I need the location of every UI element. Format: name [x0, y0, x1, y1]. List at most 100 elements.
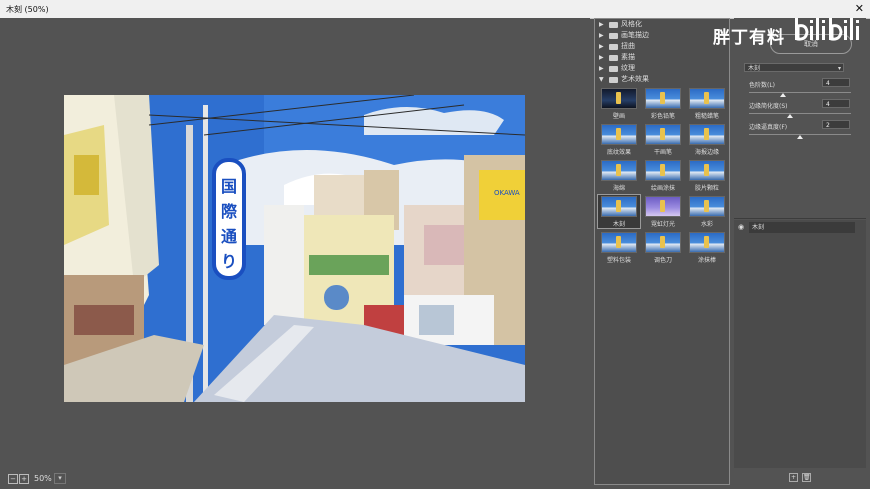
category-5[interactable]: ▼ 艺术效果	[595, 74, 729, 85]
param-slider-handle[interactable]	[797, 135, 803, 139]
filter-thumb[interactable]: 绘画涂抹	[642, 159, 684, 192]
category-3[interactable]: ▶ 素描	[595, 52, 729, 63]
filter-thumb[interactable]: 塑料包装	[598, 231, 640, 264]
category-label: 扭曲	[621, 42, 635, 50]
param-slider-track[interactable]	[749, 113, 851, 114]
filter-thumb-image	[645, 160, 681, 181]
layers-footer: + 🗑	[734, 470, 866, 485]
filter-thumb-image	[645, 88, 681, 109]
category-label: 纹理	[621, 64, 635, 72]
filter-thumb-label: 底纹效果	[606, 149, 631, 156]
panel-divider	[734, 218, 866, 219]
filter-thumb-label: 绘画涂抹	[650, 185, 675, 192]
eye-icon[interactable]: ◉	[738, 224, 746, 231]
filter-thumb-label: 干画笔	[653, 149, 672, 156]
sign-char-4: り	[221, 252, 237, 271]
param-row: 边缘逼真度(F) 2	[749, 120, 853, 144]
filter-thumb-image	[601, 196, 637, 217]
filter-thumb[interactable]: 调色刀	[642, 231, 684, 264]
zoom-in-button[interactable]: +	[19, 474, 29, 484]
category-0[interactable]: ▶ 风格化	[595, 19, 729, 30]
effect-layer-name: 木刻	[749, 222, 855, 233]
zoom-bar: − + 50% ▾	[0, 469, 590, 489]
param-value-input[interactable]: 2	[822, 120, 850, 129]
filter-thumb[interactable]: 霓虹灯光	[642, 195, 684, 228]
filter-thumb-image	[601, 232, 637, 253]
filter-preview-image[interactable]: 国 際 通 り OKAWA	[64, 95, 525, 402]
zoom-level: 50%	[34, 474, 52, 483]
folder-icon	[609, 43, 618, 50]
zoom-dropdown[interactable]: ▾	[54, 473, 66, 484]
filter-thumb[interactable]: 海报边缘	[686, 123, 728, 156]
filter-thumb[interactable]: 水彩	[686, 195, 728, 228]
category-label: 艺术效果	[621, 75, 649, 83]
chevron-right-icon: ▶	[599, 65, 604, 72]
chevron-right-icon: ▶	[599, 54, 604, 61]
filter-thumb-image	[689, 196, 725, 217]
filter-thumb-image	[689, 88, 725, 109]
effect-layer-row[interactable]: ◉ 木刻	[736, 222, 856, 234]
filter-thumb-label: 粗糙蜡笔	[694, 113, 719, 120]
chevron-down-icon: ▼	[599, 76, 604, 83]
category-label: 素描	[621, 53, 635, 61]
filter-thumb-image	[689, 160, 725, 181]
filter-thumb-label: 木刻	[612, 221, 625, 228]
window-titlebar: 木刻 (50%) ✕	[0, 0, 870, 19]
filter-select-value: 木刻	[748, 65, 761, 72]
filter-thumb[interactable]: 彩色铅笔	[642, 87, 684, 120]
filter-thumb-image	[601, 88, 637, 109]
param-label: 边缘逼真度(F)	[749, 124, 788, 131]
filter-thumb-label: 彩色铅笔	[650, 113, 675, 120]
filter-thumb-label: 调色刀	[653, 257, 672, 264]
filter-select[interactable]: 木刻 ▾	[744, 63, 844, 72]
filter-thumb[interactable]: 壁画	[598, 87, 640, 120]
filter-thumb[interactable]: 干画笔	[642, 123, 684, 156]
folder-icon	[609, 32, 618, 39]
param-slider-handle[interactable]	[779, 93, 786, 97]
filter-thumb-image	[689, 124, 725, 145]
filter-thumb[interactable]: 胶片颗粒	[686, 159, 728, 192]
watermark-text: 胖丁有料	[713, 28, 785, 48]
shop-sign-text: OKAWA	[494, 189, 520, 197]
param-slider-track[interactable]	[749, 92, 851, 93]
sign-char-2: 際	[221, 202, 238, 221]
filter-thumb-image	[601, 160, 637, 181]
filter-thumb-label: 胶片颗粒	[694, 185, 719, 192]
effect-layers-panel	[734, 220, 866, 468]
filter-thumb[interactable]: 底纹效果	[598, 123, 640, 156]
filter-thumb-label: 涂抹棒	[697, 257, 716, 264]
filter-thumb-label: 水彩	[700, 221, 713, 228]
filter-thumb-image	[645, 196, 681, 217]
filter-thumb[interactable]: 海绵	[598, 159, 640, 192]
param-value-input[interactable]: 4	[822, 99, 850, 108]
param-value-input[interactable]: 4	[822, 78, 850, 87]
new-effect-layer-button[interactable]: +	[789, 473, 798, 482]
window-title: 木刻 (50%)	[6, 5, 49, 14]
filter-thumb-label: 霓虹灯光	[650, 221, 675, 228]
chevron-down-icon: ▾	[837, 65, 841, 72]
chevron-right-icon: ▶	[599, 43, 604, 50]
sign-char-1: 国	[221, 177, 237, 196]
filter-thumb-image	[645, 124, 681, 145]
filter-thumb-image	[601, 124, 637, 145]
folder-icon	[609, 54, 618, 61]
delete-effect-layer-button[interactable]: 🗑	[802, 473, 811, 482]
filter-thumb[interactable]: 木刻	[597, 194, 641, 229]
chevron-right-icon: ▶	[599, 32, 604, 39]
category-1[interactable]: ▶ 画笔描边	[595, 30, 729, 41]
category-2[interactable]: ▶ 扭曲	[595, 41, 729, 52]
filter-thumb-image	[645, 232, 681, 253]
param-slider-handle[interactable]	[786, 114, 793, 118]
folder-icon	[609, 21, 618, 28]
filter-thumb-label: 壁画	[612, 113, 625, 120]
filter-thumb[interactable]: 涂抹棒	[686, 231, 728, 264]
bilibili-logo	[793, 14, 863, 52]
filter-thumb[interactable]: 粗糙蜡笔	[686, 87, 728, 120]
folder-icon	[609, 65, 618, 72]
param-label: 边缘简化度(S)	[749, 103, 788, 110]
sign-char-3: 通	[221, 227, 237, 246]
chevron-right-icon: ▶	[599, 21, 604, 28]
category-4[interactable]: ▶ 纹理	[595, 63, 729, 74]
filter-gallery: ▶ 风格化 ▶ 画笔描边 ▶ 扭曲 ▶ 素描 ▶ 纹理 ▼ 艺术效果 壁画 彩色铅笔 粗糙蜡笔 底纹效果 干画…	[594, 18, 730, 485]
zoom-out-button[interactable]: −	[8, 474, 18, 484]
